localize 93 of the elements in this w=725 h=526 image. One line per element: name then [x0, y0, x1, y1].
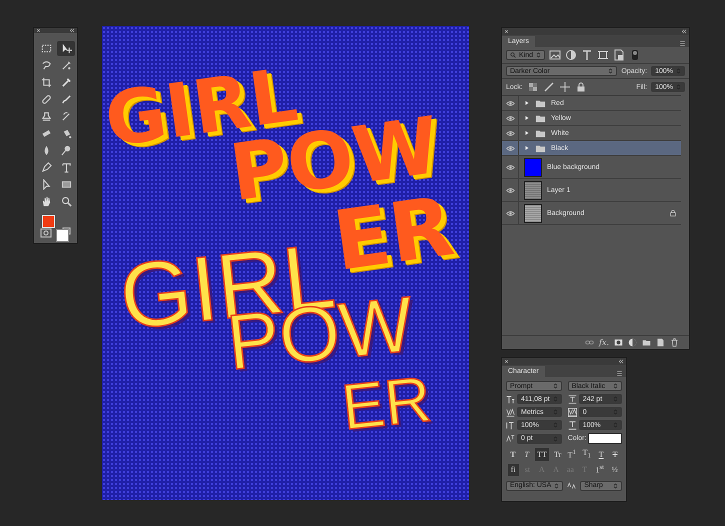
dropdown-caret-icon [613, 396, 618, 402]
new-group-icon [642, 338, 651, 347]
layer-style-button[interactable]: fx. [598, 338, 609, 347]
leading-icon [568, 394, 577, 404]
text-style-button[interactable]: TT [535, 448, 549, 462]
marquee-icon [40, 43, 52, 54]
dropdown-caret-icon [552, 383, 558, 389]
quick-select-icon [60, 60, 72, 71]
pen-icon [40, 162, 52, 173]
dropdown-caret-icon [613, 409, 618, 415]
foreground-color-swatch[interactable] [42, 215, 55, 228]
lock-pixels-icon [542, 81, 555, 93]
eye-icon[interactable] [506, 162, 515, 172]
eyedropper-icon [60, 77, 72, 88]
lock-transparency-icon [526, 81, 539, 93]
zoom-icon [60, 196, 72, 207]
close-icon [504, 29, 509, 34]
text-style-button[interactable]: Tт [552, 448, 563, 462]
dropdown-caret-icon [554, 482, 560, 489]
collapsed-arrow-icon[interactable] [524, 100, 530, 106]
brush-icon [60, 94, 72, 105]
dropdown-caret-icon [613, 422, 618, 428]
panel-menu-icon [679, 40, 686, 47]
dropdown-caret-icon [552, 396, 558, 402]
eye-icon[interactable] [506, 186, 515, 194]
path-select-icon [40, 179, 52, 190]
vertical-scale-icon [506, 420, 515, 430]
move-tool[interactable] [57, 41, 75, 56]
outline-headline-text: ER [338, 366, 434, 440]
baseline-shift-icon [506, 434, 515, 443]
tracking-icon [568, 408, 577, 416]
rectangle-icon [60, 179, 72, 190]
opentype-button[interactable]: ½ [609, 464, 620, 476]
adjustment-filter-icon [565, 49, 578, 61]
eye-icon[interactable] [506, 128, 515, 138]
type-filter-icon [581, 49, 594, 61]
smart-object-filter-icon [613, 49, 626, 61]
type-icon [60, 162, 72, 173]
eye-icon[interactable] [506, 98, 515, 108]
text-style-button[interactable]: T$^{1}$ [566, 448, 578, 462]
collapsed-arrow-icon[interactable] [524, 115, 530, 121]
collapse-icon [618, 359, 624, 364]
healing-icon [40, 94, 52, 105]
dropdown-caret-icon [613, 383, 618, 389]
image-filter-icon [549, 49, 562, 61]
text-style-button[interactable]: T [610, 448, 621, 462]
eye-icon[interactable] [506, 144, 515, 152]
collapse-icon [681, 29, 687, 34]
hand-icon [40, 196, 52, 207]
collapsed-arrow-icon[interactable] [524, 145, 530, 151]
text-style-button[interactable]: T$_{1}$ [580, 448, 593, 462]
panel-menu-icon [616, 370, 623, 377]
trash-icon [670, 338, 679, 347]
text-style-button[interactable]: T [507, 448, 518, 462]
search-icon [510, 52, 516, 58]
link-icon [584, 338, 594, 347]
history-brush-icon [60, 111, 72, 122]
lock-position-icon [558, 81, 571, 93]
dropdown-caret-icon [552, 436, 558, 442]
lock-all-icon [574, 81, 587, 93]
eye-icon[interactable] [506, 114, 515, 122]
font-size-icon [506, 394, 515, 404]
eye-icon[interactable] [506, 208, 515, 218]
dropdown-caret-icon [676, 84, 681, 90]
background-color-swatch[interactable] [56, 229, 69, 242]
mask-icon [614, 338, 623, 347]
dropdown-caret-icon [613, 482, 618, 489]
dropdown-caret-icon [552, 409, 558, 415]
dodge-icon [60, 145, 72, 156]
text-style-button[interactable]: T [596, 448, 607, 462]
text-style-button[interactable]: T [521, 448, 532, 462]
horizontal-scale-icon [568, 420, 577, 430]
lasso-icon [40, 60, 52, 71]
opentype-button[interactable]: fi [508, 464, 519, 476]
dropdown-caret-icon [608, 68, 614, 74]
close-icon [36, 28, 41, 33]
close-icon [504, 359, 509, 364]
dropdown-caret-icon [676, 68, 681, 74]
collapse-icon [69, 28, 75, 33]
kerning-icon [506, 408, 515, 416]
new-layer-icon [656, 338, 665, 347]
move-icon [60, 43, 72, 54]
collapsed-arrow-icon[interactable] [524, 130, 530, 136]
crop-icon [40, 77, 52, 88]
quick-mask-icon [40, 227, 52, 239]
dropdown-caret-icon [552, 422, 558, 428]
antialias-icon [567, 481, 576, 490]
dropdown-caret-icon [536, 52, 542, 58]
shape-filter-icon [597, 49, 610, 61]
opentype-button[interactable]: 1$^{st}$ [594, 464, 606, 476]
adjustment-layer-icon [628, 338, 637, 347]
text-color-swatch[interactable] [588, 433, 622, 444]
stamp-icon [40, 111, 52, 122]
